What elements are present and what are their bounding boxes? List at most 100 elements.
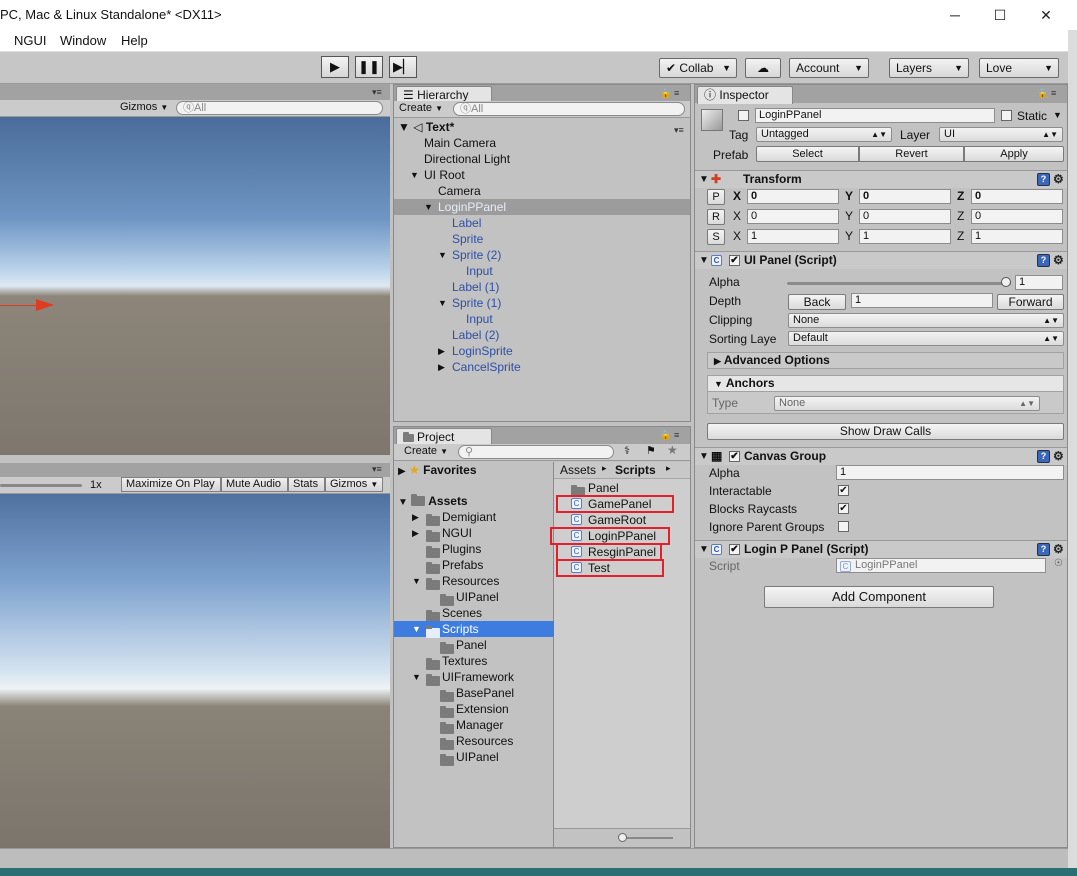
layers-dropdown[interactable]: Layers ▼ xyxy=(889,58,969,78)
hierarchy-item[interactable]: ▼ LoginPPanel xyxy=(394,199,690,215)
scale-slider[interactable] xyxy=(0,484,82,487)
gear-icon[interactable]: ⚙ xyxy=(1053,541,1064,558)
hierarchy-item[interactable]: ▼ UI Root xyxy=(394,167,690,183)
layout-dropdown[interactable]: Love ▼ xyxy=(979,58,1059,78)
login-panel-script-header[interactable]: ▼ C ✔ Login P Panel (Script) ? ⚙ xyxy=(695,540,1067,558)
project-folder-item[interactable]: Panel xyxy=(394,637,554,654)
project-folder-item[interactable]: Prefabs xyxy=(394,557,554,574)
expand-arrow-icon[interactable]: ▶ xyxy=(438,359,445,375)
expand-arrow-icon[interactable]: ▼ xyxy=(412,621,421,637)
hierarchy-item[interactable]: Input xyxy=(394,311,690,327)
expand-arrow-icon[interactable]: ▼ xyxy=(438,247,447,263)
alpha-slider-track[interactable] xyxy=(787,282,1011,285)
transform-position-z-field[interactable]: 0 xyxy=(971,189,1063,204)
expand-arrow-icon[interactable]: ▼ xyxy=(438,295,447,311)
project-folder-item[interactable]: Plugins xyxy=(394,541,554,558)
maximize-button[interactable]: ☐ xyxy=(985,4,1015,26)
project-create-dropdown[interactable]: Create ▼ xyxy=(404,445,448,457)
slider-handle[interactable] xyxy=(618,833,627,842)
project-file-item[interactable]: C LoginPPanel xyxy=(550,527,690,545)
ignore-parent-groups-checkbox[interactable] xyxy=(838,521,849,532)
project-folder-item[interactable]: Scenes xyxy=(394,605,554,622)
menu-help[interactable]: Help xyxy=(121,33,148,48)
advanced-options-foldout[interactable]: ▶ Advanced Options xyxy=(707,352,1064,369)
project-folder-item[interactable]: Resources xyxy=(394,733,554,750)
component-enabled-checkbox[interactable]: ✔ xyxy=(729,451,740,462)
scene-search-input[interactable]: ⓠAll xyxy=(176,101,383,115)
play-button[interactable]: ▶ xyxy=(321,56,349,78)
gear-icon[interactable]: ⚙ xyxy=(1053,171,1064,188)
project-file-item[interactable]: C Test xyxy=(554,559,690,577)
canvas-group-header[interactable]: ▼ ▦ ✔ Canvas Group ? ⚙ xyxy=(695,447,1067,465)
hierarchy-item[interactable]: Sprite xyxy=(394,231,690,247)
lock-icon[interactable]: 🔒 xyxy=(1037,88,1048,99)
transform-position-reset-button[interactable]: P xyxy=(707,189,725,205)
hierarchy-item[interactable]: Directional Light xyxy=(394,151,690,167)
transform-rotation-z-field[interactable]: 0 xyxy=(971,209,1063,224)
project-folder-item[interactable]: ▶ NGUI xyxy=(394,525,554,542)
gizmo-arrow-icon[interactable] xyxy=(36,299,54,311)
layer-dropdown[interactable]: UI ▲▼ xyxy=(939,127,1063,142)
project-folder-item[interactable]: Textures xyxy=(394,653,554,670)
object-picker-icon[interactable]: ☉ xyxy=(1054,558,1063,569)
sorting-layer-dropdown[interactable]: Default ▲▼ xyxy=(788,331,1064,346)
gear-icon[interactable]: ⚙ xyxy=(1053,252,1064,269)
expand-arrow-icon[interactable]: ▼ xyxy=(410,167,419,183)
depth-forward-button[interactable]: Forward xyxy=(997,294,1064,310)
interactable-checkbox[interactable]: ✔ xyxy=(838,485,849,496)
hierarchy-item[interactable]: ▶ CancelSprite xyxy=(394,359,690,375)
chevron-down-icon[interactable]: ▼ xyxy=(1053,110,1062,120)
transform-scale-z-field[interactable]: 1 xyxy=(971,229,1063,244)
expand-arrow-icon[interactable]: ▼ xyxy=(412,573,421,589)
filter-by-type-icon[interactable]: ⚕ xyxy=(624,444,630,457)
hierarchy-item[interactable]: ▼ Sprite (2) xyxy=(394,247,690,263)
component-enabled-checkbox[interactable]: ✔ xyxy=(729,255,740,266)
gear-icon[interactable]: ⚙ xyxy=(1053,448,1064,465)
hierarchy-item[interactable]: Label xyxy=(394,215,690,231)
lock-icon[interactable]: 🔒 xyxy=(660,88,671,99)
panel-menu-icon[interactable]: ≡ xyxy=(1051,88,1056,98)
transform-position-x-field[interactable]: 0 xyxy=(747,189,839,204)
depth-back-button[interactable]: Back xyxy=(788,294,846,310)
hierarchy-item[interactable]: Camera xyxy=(394,183,690,199)
step-button[interactable]: ▶▏ xyxy=(389,56,417,78)
help-icon[interactable]: ? xyxy=(1037,543,1050,556)
anchors-foldout[interactable]: ▼ Anchors xyxy=(707,375,1064,392)
icon-size-slider[interactable] xyxy=(621,837,673,839)
game-viewport[interactable] xyxy=(0,494,390,848)
help-icon[interactable]: ? xyxy=(1037,254,1050,267)
expand-arrow-icon[interactable]: ▶ xyxy=(412,525,419,541)
project-file-item[interactable]: C GameRoot xyxy=(554,512,690,528)
scene-gizmos-dropdown[interactable]: Gizmos ▼ xyxy=(120,101,168,113)
static-checkbox[interactable] xyxy=(1001,110,1012,121)
project-folder-item[interactable]: ▼ Resources xyxy=(394,573,554,590)
hierarchy-item[interactable]: ▼ Sprite (1) xyxy=(394,295,690,311)
mute-audio-toggle[interactable]: Mute Audio xyxy=(221,477,288,492)
project-search-input[interactable]: ⚲ xyxy=(458,445,614,459)
alpha-slider-handle[interactable] xyxy=(1001,277,1011,287)
prefab-revert-button[interactable]: Revert xyxy=(859,146,964,162)
uipanel-header[interactable]: ▼ C ✔ UI Panel (Script) ? ⚙ xyxy=(695,251,1067,269)
menu-ngui[interactable]: NGUI xyxy=(14,33,47,48)
breadcrumb-scripts[interactable]: Scripts xyxy=(615,463,656,477)
project-file-item[interactable]: Panel xyxy=(554,480,690,497)
favorite-star-icon[interactable]: ★ xyxy=(667,443,678,457)
clipping-dropdown[interactable]: None ▲▼ xyxy=(788,313,1064,328)
project-folder-item[interactable]: ▶ Demigiant xyxy=(394,509,554,526)
active-checkbox[interactable] xyxy=(738,110,749,121)
breadcrumb-assets[interactable]: Assets xyxy=(560,463,596,477)
filter-by-label-icon[interactable]: ⚑ xyxy=(646,444,656,457)
expand-arrow-icon[interactable]: ▶ xyxy=(438,343,445,359)
favorites-item[interactable]: ▶ ★ Favorites xyxy=(398,462,477,480)
minimize-button[interactable]: ─ xyxy=(940,4,970,26)
expand-arrow-icon[interactable]: ▼ xyxy=(412,669,421,685)
menu-window[interactable]: Window xyxy=(60,33,106,48)
help-icon[interactable]: ? xyxy=(1037,450,1050,463)
panel-menu-icon[interactable]: ≡ xyxy=(674,430,679,440)
hierarchy-search-input[interactable]: ⓠAll xyxy=(453,102,685,116)
hierarchy-item[interactable]: Main Camera xyxy=(394,135,690,151)
prefab-apply-button[interactable]: Apply xyxy=(964,146,1064,162)
project-folder-item[interactable]: BasePanel xyxy=(394,685,554,702)
expand-arrow-icon[interactable]: ▶ xyxy=(412,509,419,525)
hierarchy-create-dropdown[interactable]: Create ▼ xyxy=(399,102,443,114)
